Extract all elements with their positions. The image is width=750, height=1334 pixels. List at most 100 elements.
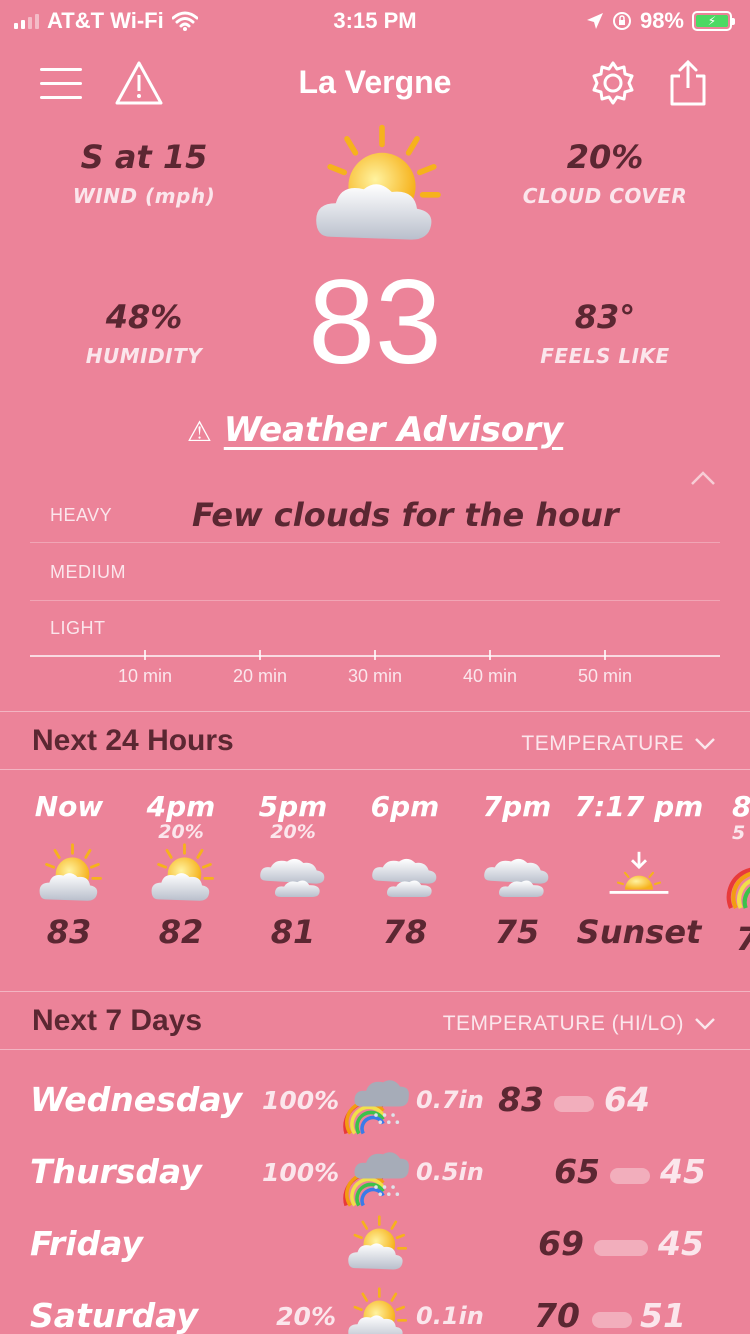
collapse-chevron-up-icon[interactable] xyxy=(690,470,716,486)
hour-precip xyxy=(462,823,572,841)
hour-item: 6pm 78 xyxy=(350,790,460,951)
hour-time: 7:17 pm xyxy=(574,790,704,823)
hour-precip: 5 xyxy=(732,822,746,844)
axis-tick-label: 40 min xyxy=(462,666,518,686)
precip-level-medium: MEDIUM xyxy=(50,562,126,582)
precip-level-light: LIGHT xyxy=(50,618,106,638)
location-arrow-icon xyxy=(586,13,603,29)
section-divider xyxy=(0,711,750,712)
day-high: 69 xyxy=(538,1224,584,1263)
feels-like-value: 83° xyxy=(574,298,636,336)
hour-item: Now 83 xyxy=(14,790,124,951)
axis-tick xyxy=(489,650,491,660)
hour-precip xyxy=(350,823,460,841)
day-row[interactable]: Saturday 20% 0.1in 70 51 xyxy=(0,1286,750,1334)
feels-like-label: FEELS LIKE xyxy=(540,344,670,368)
day-name: Wednesday xyxy=(30,1080,243,1119)
day-high: 65 xyxy=(554,1152,600,1191)
axis-tick xyxy=(144,650,146,660)
hour-temp: 7 xyxy=(736,920,750,958)
orientation-lock-icon xyxy=(612,12,631,30)
sun-cloud-icon xyxy=(32,842,106,912)
day-name: Thursday xyxy=(30,1152,202,1191)
day-row[interactable]: Thursday 100% 0.5in 65 45 xyxy=(0,1142,750,1208)
day-row[interactable]: Wednesday 100% 0.7in 83 64 xyxy=(0,1070,750,1136)
day-low: 45 xyxy=(660,1152,706,1191)
clouds-icon xyxy=(368,849,442,905)
hourly-metric-label: TEMPERATURE xyxy=(521,732,684,755)
warning-triangle-icon: ⚠ xyxy=(186,415,212,448)
hour-precip: 20% xyxy=(158,821,204,843)
rainbow-storm-icon xyxy=(340,1143,412,1207)
location-title: La Vergne xyxy=(298,64,452,100)
hour-time: 4pm xyxy=(146,790,216,823)
hour-item-partial: 8 5 7 xyxy=(722,790,750,960)
day-amount: 0.1in xyxy=(416,1302,484,1330)
hour-temp: 81 xyxy=(270,913,316,951)
sun-cloud-icon xyxy=(144,842,218,912)
hour-precip xyxy=(14,823,124,841)
hour-precip xyxy=(574,823,704,841)
hourly-section-title: Next 24 Hours xyxy=(32,724,234,757)
day-precip: 100% xyxy=(262,1086,340,1115)
hour-temp: 75 xyxy=(494,913,540,951)
wind-value: S at 15 xyxy=(80,138,208,176)
day-name: Saturday xyxy=(30,1296,198,1334)
cloud-cover-value: 20% xyxy=(566,138,644,176)
precip-gridline xyxy=(30,600,720,601)
sun-cloud-icon xyxy=(340,1214,412,1280)
battery-icon: ⚡ xyxy=(692,11,735,31)
hour-temp: Sunset xyxy=(576,913,702,951)
temp-range-bar xyxy=(594,1240,648,1256)
day-amount: 0.7in xyxy=(416,1086,484,1114)
hour-item: 7pm 75 xyxy=(462,790,572,951)
sun-cloud-icon xyxy=(300,122,450,262)
settings-gear-icon[interactable] xyxy=(590,60,636,106)
battery-percent: 98% xyxy=(639,8,684,33)
share-icon[interactable] xyxy=(666,58,710,108)
hour-time: 5pm xyxy=(258,790,328,823)
cloud-cover-label: CLOUD COVER xyxy=(522,184,688,208)
section-divider xyxy=(0,1049,750,1050)
hour-temp: 78 xyxy=(382,913,428,951)
hour-time: Now xyxy=(34,790,104,823)
axis-tick-label: 10 min xyxy=(117,666,173,686)
status-bar: AT&T Wi-Fi 3:15 PM 98% ⚡ xyxy=(0,0,750,40)
hour-item: 5pm 20% 81 xyxy=(238,790,348,951)
hour-precip: 20% xyxy=(270,821,316,843)
day-name: Friday xyxy=(30,1224,143,1263)
clouds-icon xyxy=(480,849,554,905)
wind-label: WIND (mph) xyxy=(72,184,216,208)
hourly-metric-selector[interactable]: TEMPERATURE xyxy=(521,732,716,756)
hour-item: 4pm 20% 82 xyxy=(126,790,236,951)
day-high: 70 xyxy=(534,1296,580,1334)
daily-metric-selector[interactable]: TEMPERATURE (HI/LO) xyxy=(443,1012,716,1036)
day-precip: 100% xyxy=(262,1158,340,1187)
day-row[interactable]: Friday 69 45 xyxy=(0,1214,750,1280)
day-amount: 0.5in xyxy=(416,1158,484,1186)
rainbow-icon xyxy=(724,846,750,910)
hour-time: 8 xyxy=(732,790,750,823)
temp-range-bar xyxy=(554,1096,594,1112)
day-precip: 20% xyxy=(276,1302,336,1331)
hour-item-sunset: 7:17 pm Sunset xyxy=(574,790,704,951)
precip-gridline xyxy=(30,542,720,543)
hour-temp: 83 xyxy=(46,913,92,951)
axis-tick xyxy=(259,650,261,660)
chevron-down-icon xyxy=(695,738,715,750)
temp-range-bar xyxy=(592,1312,632,1328)
section-divider xyxy=(0,769,750,770)
daily-section-title: Next 7 Days xyxy=(32,1004,203,1037)
day-low: 64 xyxy=(604,1080,650,1119)
day-low: 45 xyxy=(658,1224,704,1263)
axis-tick xyxy=(374,650,376,660)
clouds-icon xyxy=(256,849,330,905)
hour-time: 7pm xyxy=(482,790,552,823)
status-right: 98% ⚡ xyxy=(586,8,735,34)
sunset-icon xyxy=(604,848,674,906)
axis-tick-label: 50 min xyxy=(577,666,633,686)
precip-level-heavy: HEAVY xyxy=(50,505,113,525)
weather-advisory-link[interactable]: ⚠ Weather Advisory xyxy=(0,410,750,450)
axis-tick xyxy=(604,650,606,660)
advisory-label: Weather Advisory xyxy=(223,410,564,450)
